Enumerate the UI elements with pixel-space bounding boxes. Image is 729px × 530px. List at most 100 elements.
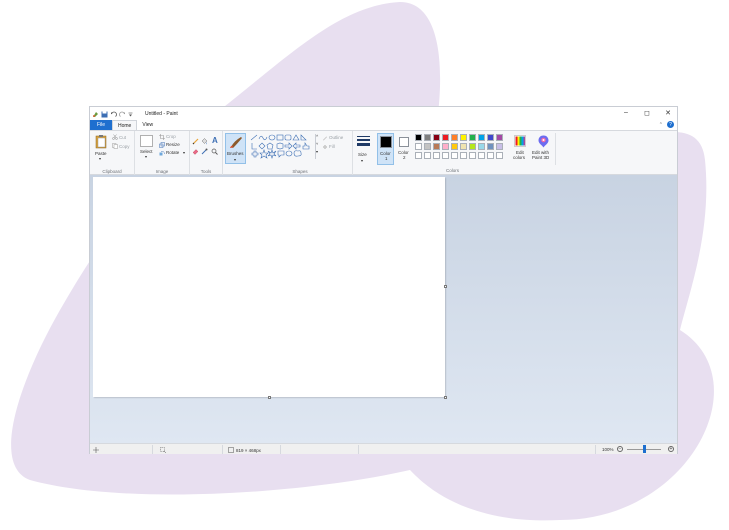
save-icon[interactable]	[101, 111, 108, 118]
color1-button[interactable]: Color 1	[377, 133, 394, 165]
fill-label[interactable]: Fill	[329, 144, 335, 149]
palette-swatch[interactable]	[433, 152, 440, 159]
resize-handle-bottom[interactable]	[268, 396, 271, 399]
pencil-icon[interactable]	[192, 138, 199, 145]
color2-button[interactable]: Color 2	[396, 133, 413, 165]
palette-swatch[interactable]	[460, 143, 467, 150]
outline-label[interactable]: Outline	[329, 135, 343, 140]
tab-file[interactable]: File	[90, 120, 112, 130]
cut-label[interactable]: Cut	[119, 135, 126, 140]
palette-swatch[interactable]	[415, 143, 422, 150]
close-button[interactable]: ✕	[662, 109, 674, 117]
palette-swatch[interactable]	[487, 134, 494, 141]
rotate-icon[interactable]	[159, 150, 165, 156]
clipboard-group: Paste ▾ Cut Copy Clipboard	[90, 131, 135, 175]
color-picker-icon[interactable]	[201, 148, 208, 155]
customize-qat-icon[interactable]	[128, 111, 133, 118]
palette-swatch[interactable]	[460, 152, 467, 159]
palette-swatch[interactable]	[442, 143, 449, 150]
palette-swatch[interactable]	[415, 134, 422, 141]
eraser-icon[interactable]	[192, 148, 199, 155]
maximize-button[interactable]: ◻	[641, 109, 653, 117]
palette-swatch[interactable]	[478, 143, 485, 150]
paint-app-icon	[93, 111, 98, 117]
help-icon[interactable]: ?	[667, 121, 674, 128]
minimize-button[interactable]: –	[620, 109, 632, 116]
zoom-in-button[interactable]: +	[668, 446, 674, 452]
collapse-ribbon-icon[interactable]: ⌃	[659, 122, 663, 128]
palette-swatch[interactable]	[478, 152, 485, 159]
size-line-medium	[357, 139, 370, 141]
text-tool-icon[interactable]: A	[212, 136, 218, 145]
paste-dropdown-icon[interactable]: ▾	[99, 156, 101, 161]
statusbar-separator	[280, 445, 281, 454]
resize-handle-right[interactable]	[444, 285, 447, 288]
copy-label[interactable]: Copy	[119, 144, 130, 149]
palette-swatch[interactable]	[424, 152, 431, 159]
fill-icon[interactable]	[322, 144, 328, 150]
palette-swatch[interactable]	[424, 134, 431, 141]
crop-label[interactable]: Crop	[166, 134, 176, 139]
zoom-slider-thumb[interactable]	[643, 445, 646, 453]
fill-bucket-icon[interactable]	[201, 138, 208, 145]
crop-icon[interactable]	[159, 134, 165, 140]
shapes-expand-icon[interactable]: ▾	[316, 149, 318, 154]
tab-home[interactable]: Home	[112, 120, 138, 130]
image-group: Select ▾ Crop Resize Rotate ▾ Image	[135, 131, 190, 175]
rotate-label[interactable]: Rotate	[166, 150, 179, 155]
redo-icon[interactable]	[119, 111, 126, 118]
resize-handle-corner[interactable]	[444, 396, 447, 399]
palette-swatch[interactable]	[415, 152, 422, 159]
palette-swatch[interactable]	[487, 152, 494, 159]
size-line-thick	[357, 143, 370, 146]
palette-swatch[interactable]	[487, 143, 494, 150]
palette-swatch[interactable]	[469, 143, 476, 150]
select-dropdown-icon[interactable]: ▾	[145, 154, 147, 159]
palette-swatch[interactable]	[451, 152, 458, 159]
cursor-position-icon	[93, 447, 99, 453]
color-palette	[415, 134, 510, 164]
resize-label[interactable]: Resize	[166, 142, 180, 147]
palette-swatch[interactable]	[442, 152, 449, 159]
drawing-canvas[interactable]	[93, 177, 445, 397]
cut-icon[interactable]	[112, 134, 118, 140]
palette-swatch[interactable]	[433, 143, 440, 150]
palette-swatch[interactable]	[496, 134, 503, 141]
shapes-scrollbar[interactable]: ˄ ˅ ▾	[315, 133, 319, 159]
palette-swatch[interactable]	[451, 134, 458, 141]
clipboard-group-label: Clipboard	[102, 169, 122, 174]
resize-icon[interactable]	[159, 142, 165, 148]
outline-icon[interactable]	[322, 135, 328, 141]
rotate-dropdown-icon[interactable]: ▾	[183, 150, 185, 155]
palette-swatch[interactable]	[460, 134, 467, 141]
color2-swatch	[399, 137, 409, 147]
palette-swatch[interactable]	[424, 143, 431, 150]
size-label: Size	[358, 152, 367, 157]
palette-swatch[interactable]	[496, 143, 503, 150]
palette-swatch[interactable]	[451, 143, 458, 150]
palette-swatch[interactable]	[469, 134, 476, 141]
palette-swatch[interactable]	[442, 134, 449, 141]
image-group-label: Image	[155, 169, 169, 174]
status-bar: 819 × 468px 100% − +	[90, 443, 677, 454]
shapes-scroll-up-icon[interactable]: ˄	[316, 133, 318, 138]
magnifier-icon[interactable]	[211, 148, 218, 155]
shapes-scroll-down-icon[interactable]: ˅	[316, 141, 318, 146]
canvas-workspace[interactable]	[90, 175, 677, 443]
size-button[interactable]: Size ▾	[355, 134, 372, 164]
select-icon[interactable]	[140, 135, 153, 147]
edit-colors-button[interactable]: Edit colors	[510, 133, 530, 165]
palette-swatch[interactable]	[478, 134, 485, 141]
palette-swatch[interactable]	[433, 134, 440, 141]
palette-swatch[interactable]	[496, 152, 503, 159]
undo-icon[interactable]	[110, 111, 117, 118]
edit-colors-icon	[514, 135, 526, 147]
tab-view[interactable]: View	[137, 120, 158, 130]
paste-icon[interactable]	[95, 134, 107, 149]
shapes-gallery[interactable]	[250, 134, 316, 159]
brushes-button[interactable]: Brushes ▾	[225, 133, 246, 164]
edit-with-paint3d-button[interactable]: Edit with Paint 3D	[530, 133, 556, 165]
palette-swatch[interactable]	[469, 152, 476, 159]
zoom-out-button[interactable]: −	[617, 446, 623, 452]
copy-icon[interactable]	[112, 143, 118, 149]
